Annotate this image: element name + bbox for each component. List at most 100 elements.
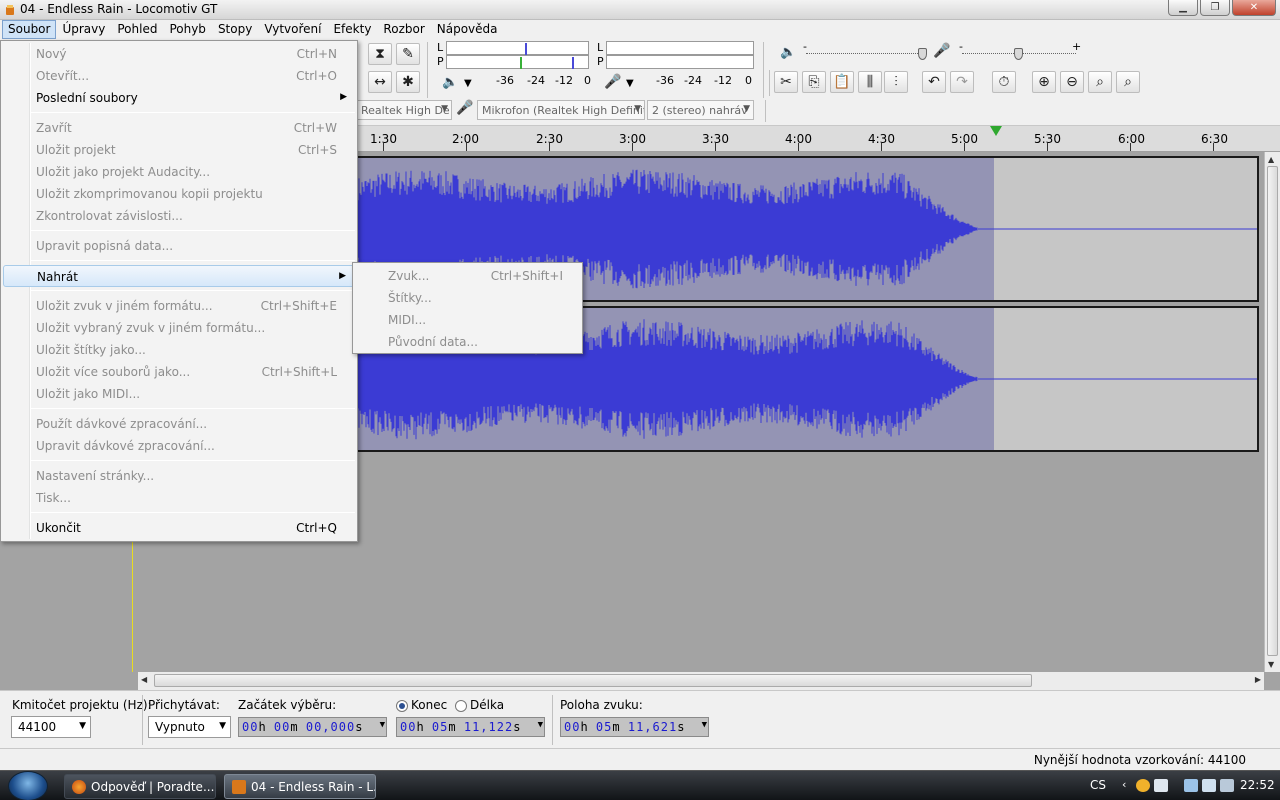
minimize-button[interactable]: ▁: [1168, 0, 1198, 16]
menu-item-export-labels[interactable]: Uložit štítky jako...: [3, 339, 355, 361]
mail-icon[interactable]: [1154, 779, 1168, 792]
menu-item-export-multiple[interactable]: Uložit více souborů jako... Ctrl+Shift+L: [3, 361, 355, 383]
menu-item-edit-metadata[interactable]: Upravit popisná data...: [3, 235, 355, 257]
menu-item-print[interactable]: Tisk...: [3, 487, 355, 509]
audio-position-time[interactable]: 00h 05m 11,621s ▼: [560, 717, 709, 737]
submenu-item-import-raw[interactable]: Původní data...: [355, 331, 581, 353]
envelope-tool-button[interactable]: ⧗: [368, 43, 392, 65]
menu-efekty[interactable]: Efekty: [327, 20, 377, 39]
menu-item-save-compressed-copy[interactable]: Uložit zkomprimovanou kopii projektu: [3, 183, 355, 205]
selection-end-time[interactable]: 00h 05m 11,122s ▼: [396, 717, 545, 737]
menu-rozbor[interactable]: Rozbor: [377, 20, 430, 39]
zoom-in-icon[interactable]: ⊕: [1032, 71, 1056, 93]
menu-napoveda[interactable]: Nápověda: [431, 20, 504, 39]
undo-icon[interactable]: ↶: [922, 71, 946, 93]
menu-item-open[interactable]: Otevřít... Ctrl+O: [3, 65, 355, 87]
menu-item-save-project[interactable]: Uložit projekt Ctrl+S: [3, 139, 355, 161]
redo-icon[interactable]: ↷: [950, 71, 974, 93]
tray-app-icon[interactable]: [1136, 779, 1150, 792]
play-position-marker[interactable]: [990, 126, 1002, 136]
network-icon[interactable]: [1184, 779, 1198, 792]
snap-select[interactable]: Vypnuto ▼: [148, 716, 231, 738]
chevron-down-icon: ▼: [79, 721, 86, 731]
horizontal-scrollbar[interactable]: ◀ ▶: [138, 672, 1264, 690]
end-radio[interactable]: [396, 700, 408, 712]
menu-item-new[interactable]: Nový Ctrl+N: [3, 43, 355, 65]
menu-vytvoreni[interactable]: Vytvoření: [258, 20, 327, 39]
zoom-out-icon[interactable]: ⊖: [1060, 71, 1084, 93]
language-indicator[interactable]: CS: [1090, 778, 1106, 792]
menu-item-check-dependencies[interactable]: Zkontrolovat závislosti...: [3, 205, 355, 227]
window-title: 04 - Endless Rain - Locomotiv GT: [20, 2, 218, 16]
title-bar: 04 - Endless Rain - Locomotiv GT ▁ ❐ ✕: [0, 0, 1280, 20]
maximize-button[interactable]: ❐: [1200, 0, 1230, 16]
menu-item-export-audio[interactable]: Uložit zvuk v jiném formátu... Ctrl+Shift…: [3, 295, 355, 317]
file-menu-dropdown: Nový Ctrl+N Otevřít... Ctrl+O Poslední sou…: [0, 40, 358, 542]
output-volume-slider[interactable]: [918, 48, 927, 60]
input-volume-icon: 🎤: [933, 43, 951, 59]
menu-item-export-selection[interactable]: Uložit vybraný zvuk v jiném formátu...: [3, 317, 355, 339]
menu-item-close[interactable]: Zavřít Ctrl+W: [3, 117, 355, 139]
fit-project-icon[interactable]: ⌕: [1116, 71, 1140, 93]
vertical-scrollbar[interactable]: ▲ ▼: [1264, 152, 1280, 672]
channels-select[interactable]: 2 (stereo) nahráv ▼: [647, 100, 754, 120]
project-rate-select[interactable]: 44100 ▼: [11, 716, 91, 738]
timeshift-tool-button[interactable]: ↔: [368, 71, 392, 93]
submenu-item-import-midi[interactable]: MIDI...: [355, 309, 581, 331]
input-volume-slider[interactable]: [1014, 48, 1023, 60]
fit-selection-icon[interactable]: ⌕: [1088, 71, 1112, 93]
taskbar-browser-button[interactable]: Odpověď | Poradte...: [64, 774, 216, 799]
rec-scale-12: -12: [714, 74, 732, 87]
play-meter-menu-arrow[interactable]: ▼: [464, 78, 472, 89]
sync-lock-icon[interactable]: ⏱: [992, 71, 1016, 93]
menu-item-save-project-as[interactable]: Uložit jako projekt Audacity...: [3, 161, 355, 183]
copy-icon[interactable]: ⎘: [802, 71, 826, 93]
menu-item-exit[interactable]: Ukončit Ctrl+Q: [3, 517, 355, 539]
playback-device-select[interactable]: Realtek High De ▼: [356, 100, 452, 120]
timeline-label: 5:30: [1034, 132, 1061, 146]
cut-icon[interactable]: ✂: [774, 71, 798, 93]
taskbar-audacity-button[interactable]: 04 - Endless Rain - L...: [224, 774, 376, 799]
rec-meter-left-letter: L: [597, 41, 604, 54]
tray-expand-icon[interactable]: ‹: [1122, 778, 1126, 791]
volume-icon[interactable]: [1202, 779, 1216, 792]
timeline-label: 1:30: [370, 132, 397, 146]
menu-soubor[interactable]: Soubor: [2, 20, 57, 39]
vertical-scroll-thumb[interactable]: [1267, 166, 1278, 656]
clock[interactable]: 22:52: [1240, 778, 1275, 792]
menu-item-import[interactable]: Nahrát ▶: [3, 265, 355, 287]
horizontal-scroll-thumb[interactable]: [154, 674, 1032, 687]
submenu-item-import-labels[interactable]: Štítky...: [355, 287, 581, 309]
submenu-arrow-icon: ▶: [340, 92, 347, 102]
recording-device-select[interactable]: Mikrofon (Realtek High Definiti ▼: [477, 100, 645, 120]
silence-icon[interactable]: ⫶: [884, 71, 908, 93]
scroll-left-icon[interactable]: ◀: [141, 675, 147, 684]
menu-item-export-midi[interactable]: Uložit jako MIDI...: [3, 383, 355, 405]
multi-tool-button[interactable]: ✱: [396, 71, 420, 93]
selection-start-time[interactable]: 00h 00m 00,000s ▼: [238, 717, 387, 737]
scroll-right-icon[interactable]: ▶: [1255, 675, 1261, 684]
scroll-up-icon[interactable]: ▲: [1268, 155, 1274, 164]
draw-tool-button[interactable]: ✎: [396, 43, 420, 65]
menu-item-edit-chains[interactable]: Upravit dávkové zpracování...: [3, 435, 355, 457]
menu-item-apply-chain[interactable]: Použít dávkové zpracování...: [3, 413, 355, 435]
rec-meter-menu-arrow[interactable]: ▼: [626, 78, 634, 89]
menu-pohyb[interactable]: Pohyb: [163, 20, 211, 39]
rec-meter-right-letter: P: [597, 55, 604, 68]
submenu-item-import-audio[interactable]: Zvuk... Ctrl+Shift+I: [355, 265, 581, 287]
menu-item-recent-files[interactable]: Poslední soubory ▶: [3, 87, 355, 109]
menu-item-page-setup[interactable]: Nastavení stránky...: [3, 465, 355, 487]
paste-icon[interactable]: 📋: [830, 71, 854, 93]
close-button[interactable]: ✕: [1232, 0, 1276, 16]
menu-upravy[interactable]: Úpravy: [56, 20, 111, 39]
start-button[interactable]: [8, 771, 48, 800]
menu-pohled[interactable]: Pohled: [111, 20, 163, 39]
length-radio[interactable]: [455, 700, 467, 712]
audacity-icon: [232, 780, 246, 794]
menu-separator: [31, 512, 355, 513]
trim-icon[interactable]: ⫼: [858, 71, 882, 93]
scroll-down-icon[interactable]: ▼: [1268, 660, 1274, 669]
menu-stopy[interactable]: Stopy: [212, 20, 258, 39]
power-icon[interactable]: [1220, 779, 1234, 792]
rec-scale-24: -24: [684, 74, 702, 87]
